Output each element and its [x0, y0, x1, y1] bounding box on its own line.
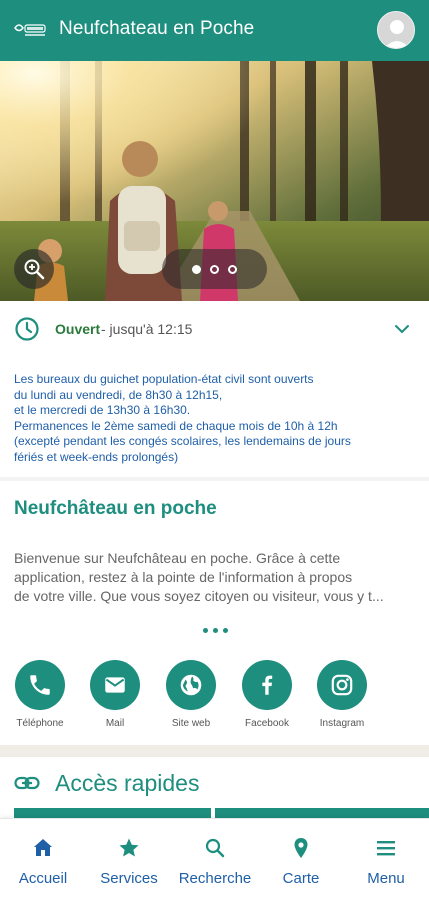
contact-facebook-button[interactable]: Facebook [227, 660, 307, 740]
contact-label: Facebook [245, 718, 289, 729]
intro-line: application, restez à la pointe de l'inf… [14, 569, 353, 585]
quick-access-tile[interactable] [215, 808, 429, 818]
zoom-in-icon [24, 259, 45, 280]
menu-icon [377, 841, 395, 856]
quick-access-title: Accès rapides [55, 770, 200, 796]
contact-label: Mail [105, 718, 125, 729]
more-icon[interactable] [200, 624, 230, 636]
nav-label: Recherche [178, 870, 252, 887]
mail-icon [105, 677, 125, 693]
carousel-dot[interactable] [210, 264, 219, 274]
home-icon [34, 839, 52, 856]
hours-note-line: Permanences le 2ème samedi de chaque moi… [14, 418, 338, 433]
nav-item-carte[interactable]: Carte [258, 819, 344, 900]
hero-image[interactable] [0, 61, 429, 301]
instagram-icon [331, 674, 353, 696]
hours-status: Ouvert [55, 321, 101, 337]
opening-hours-details: Les bureaux du guichet population-état c… [14, 372, 414, 465]
section-divider [0, 745, 429, 757]
hours-until: - jusqu'à 12:15 [101, 321, 193, 337]
intro-line: Bienvenue sur Neufchâteau en poche. Grâc… [14, 550, 341, 566]
contact-label: Instagram [319, 718, 365, 729]
app-title: Neufchateau en Poche [59, 18, 255, 39]
quick-access-tile[interactable] [14, 808, 211, 818]
contact-label: Site web [171, 718, 211, 729]
hours-note-line: fériés et week-ends prolongés) [14, 449, 179, 464]
carousel-dot[interactable] [192, 264, 201, 274]
facebook-icon [262, 675, 273, 695]
opening-hours-row[interactable]: Ouvert - jusqu'à 12:15 [0, 301, 429, 357]
intro-line: de votre ville. Que vous soyez citoyen o… [14, 588, 384, 604]
zoom-button[interactable] [14, 249, 54, 289]
clock-icon [15, 317, 39, 341]
contact-mail-button[interactable]: Mail [75, 660, 155, 740]
nav-item-menu[interactable]: Menu [343, 819, 429, 900]
map-pin-icon [294, 838, 308, 858]
hours-note-line: et le mercredi de 13h30 à 16h30. [14, 403, 191, 417]
link-icon [14, 776, 40, 790]
section-divider [0, 477, 429, 481]
bottom-navigation: Accueil Services Recherche Carte Menu [0, 818, 429, 900]
contact-label: Téléphone [16, 718, 64, 729]
nav-item-recherche[interactable]: Recherche [172, 819, 258, 900]
carousel-dot[interactable] [228, 264, 237, 274]
contact-website-button[interactable]: Site web [151, 660, 231, 740]
chevron-down-icon[interactable] [393, 320, 411, 338]
quick-access-tiles [0, 808, 429, 818]
neufchateau-logo-icon[interactable] [13, 20, 47, 40]
search-icon [205, 838, 225, 858]
intro-title: Neufchâteau en poche [14, 498, 217, 519]
nav-label: Carte [282, 870, 320, 887]
carousel-indicator [162, 249, 267, 289]
hours-note-line: du lundi au vendredi, de 8h30 à 12h15, [14, 387, 223, 402]
nav-label: Services [100, 870, 158, 887]
top-app-bar: Neufchateau en Poche [0, 0, 429, 61]
nav-item-accueil[interactable]: Accueil [0, 819, 86, 900]
hours-note-line: Les bureaux du guichet population-état c… [14, 372, 314, 386]
phone-icon [30, 675, 50, 695]
contact-phone-button[interactable]: Téléphone [0, 660, 80, 740]
user-avatar-icon[interactable] [377, 11, 415, 49]
star-icon [119, 838, 139, 857]
contact-instagram-button[interactable]: Instagram [302, 660, 382, 740]
nav-label: Menu [367, 870, 405, 887]
contact-buttons: Téléphone Mail Site web Facebook Instagr… [0, 660, 429, 740]
globe-icon [180, 674, 202, 696]
app-screen: Neufchateau en Poche Ouvert - jusqu'à 12… [0, 0, 429, 900]
nav-label: Accueil [18, 870, 68, 887]
intro-text: Bienvenue sur Neufchâteau en poche. Grâc… [14, 549, 418, 606]
nav-item-services[interactable]: Services [86, 819, 172, 900]
hours-note-line: (excepté pendant les congés scolaires, l… [14, 434, 351, 448]
